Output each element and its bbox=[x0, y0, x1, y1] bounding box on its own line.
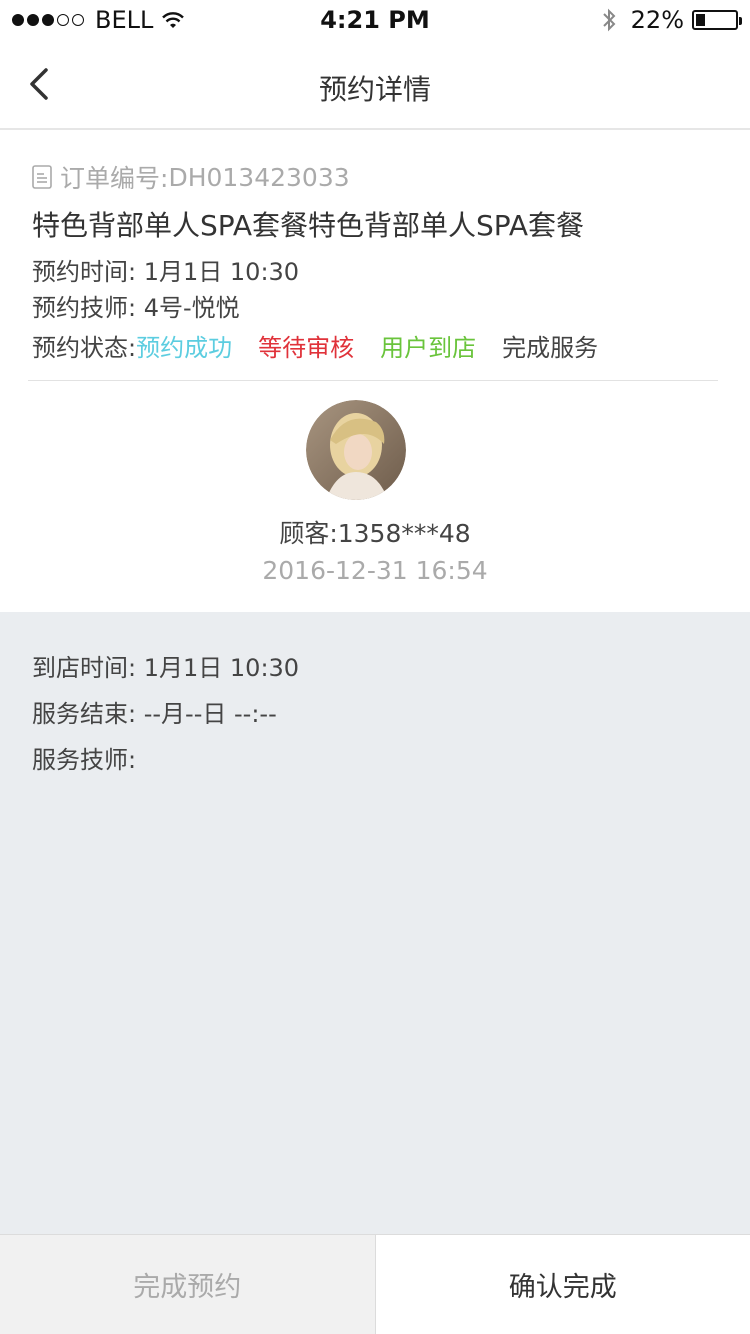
booking-time-label: 预约时间: bbox=[32, 258, 137, 286]
arrival-time-row: 到店时间: 1月1日 10:30 bbox=[32, 648, 299, 683]
status-user-arrived: 用户到店 bbox=[380, 333, 477, 362]
document-icon bbox=[32, 165, 52, 189]
order-number-value: DH013423033 bbox=[168, 162, 350, 192]
status-left: BELL bbox=[12, 6, 185, 34]
booking-tech-value: 4号-悦悦 bbox=[143, 294, 240, 322]
service-end-row: 服务结束: --月--日 --:-- bbox=[32, 694, 277, 729]
order-number-row: 订单编号: DH013423033 bbox=[32, 160, 718, 194]
bottom-action-bar: 完成预约 确认完成 bbox=[0, 1234, 750, 1334]
order-info: 订单编号: DH013423033 特色背部单人SPA套餐特色背部单人SPA套餐… bbox=[32, 160, 718, 364]
arrival-time-value: 1月1日 10:30 bbox=[143, 654, 300, 682]
service-section: 到店时间: 1月1日 10:30 服务结束: --月--日 --:-- 服务技师… bbox=[0, 612, 750, 1234]
booking-status-row: 预约状态: 预约成功 等待审核 用户到店 完成服务 bbox=[32, 326, 718, 364]
booking-tech-label: 预约技师: bbox=[32, 294, 137, 322]
page-title: 预约详情 bbox=[318, 73, 431, 106]
service-title: 特色背部单人SPA套餐特色背部单人SPA套餐 bbox=[32, 209, 585, 242]
booking-detail-screen: BELL 4:21 PM 22% 预约详情 订单编号: DH013423033 … bbox=[0, 0, 750, 1334]
status-service-done: 完成服务 bbox=[502, 333, 599, 362]
booking-time-value: 1月1日 10:30 bbox=[143, 258, 300, 286]
bluetooth-icon bbox=[602, 8, 616, 32]
booking-tech-row: 预约技师: 4号-悦悦 bbox=[32, 290, 718, 326]
carrier-name: BELL bbox=[95, 6, 154, 34]
status-success: 预约成功 bbox=[136, 333, 233, 362]
customer-datetime: 2016-12-31 16:54 bbox=[262, 556, 488, 585]
order-number-label: 订单编号: bbox=[60, 164, 169, 193]
customer-info: 顾客:1358***48 bbox=[0, 514, 750, 550]
battery-percent: 22% bbox=[630, 6, 684, 34]
service-tech-label: 服务技师: bbox=[32, 746, 137, 774]
chevron-left-icon[interactable] bbox=[22, 64, 62, 104]
booking-time-row: 预约时间: 1月1日 10:30 bbox=[32, 254, 718, 290]
customer-label: 顾客: bbox=[279, 519, 338, 548]
signal-strength-icon bbox=[12, 14, 87, 26]
status-right: 22% bbox=[601, 6, 742, 34]
booking-status-label: 预约状态: bbox=[32, 333, 137, 362]
wifi-icon bbox=[162, 12, 185, 28]
customer-phone: 1358***48 bbox=[337, 519, 471, 548]
arrival-time-label: 到店时间: bbox=[32, 654, 137, 682]
service-end-label: 服务结束: bbox=[32, 700, 137, 728]
divider bbox=[28, 380, 718, 381]
service-tech-row: 服务技师: bbox=[32, 740, 136, 775]
status-pending-review: 等待审核 bbox=[258, 333, 355, 362]
confirm-complete-button[interactable]: 确认完成 bbox=[375, 1235, 750, 1334]
status-bar: BELL 4:21 PM 22% bbox=[0, 0, 750, 40]
nav-bar: 预约详情 bbox=[0, 40, 750, 130]
service-end-value: --月--日 --:-- bbox=[143, 700, 277, 728]
battery-icon bbox=[692, 10, 742, 30]
avatar bbox=[306, 400, 406, 500]
complete-booking-button[interactable]: 完成预约 bbox=[0, 1235, 376, 1334]
